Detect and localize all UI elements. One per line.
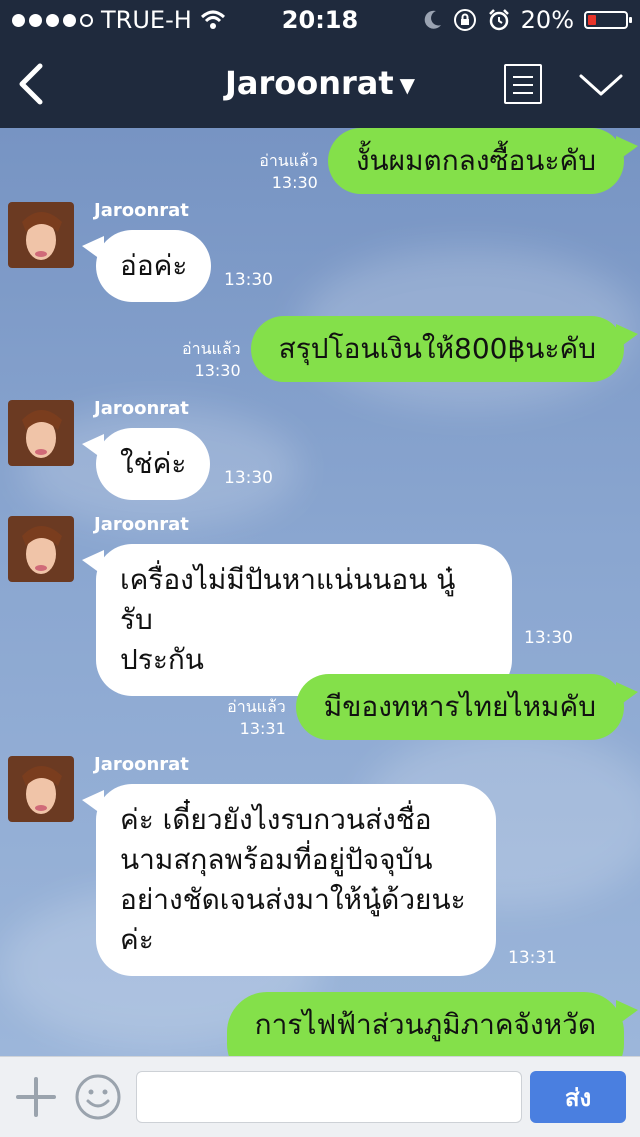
message-outgoing: อ่านแล้ว 13:30 สรุปโอนเงินให้800฿นะคับ xyxy=(182,316,639,382)
sender-name: Jaroonrat xyxy=(94,398,189,419)
battery-percent: 20% xyxy=(520,6,574,34)
battery-icon xyxy=(584,11,632,29)
message-bubble[interactable]: มีของทหารไทยไหมคับ xyxy=(295,674,639,740)
read-receipt: อ่านแล้ว xyxy=(182,339,241,358)
message-time: 13:30 xyxy=(271,173,318,192)
moon-icon xyxy=(424,10,441,29)
avatar[interactable] xyxy=(8,516,74,582)
message-line: นามสกุลพร้อมที่อยู่ปัจจุบัน xyxy=(120,843,433,876)
message-time: 13:30 xyxy=(194,361,241,380)
sender-name: Jaroonrat xyxy=(94,754,189,775)
status-right: 20% xyxy=(423,6,632,34)
read-receipt: อ่านแล้ว xyxy=(227,697,286,716)
message-outgoing: อ่านแล้ว 13:30 งั้นผมตกลงซื้อนะคับ xyxy=(259,128,639,194)
message-line: อย่างชัดเจนส่งมาให้นู๋ด้วยนะ xyxy=(120,883,466,916)
plus-icon[interactable] xyxy=(16,1077,56,1117)
message-meta: อ่านแล้ว 13:30 xyxy=(259,150,318,194)
message-time: 13:31 xyxy=(239,719,286,738)
avatar[interactable] xyxy=(8,756,74,822)
alarm-icon xyxy=(488,9,509,31)
message-time: 13:31 xyxy=(508,948,557,968)
avatar[interactable] xyxy=(8,202,74,268)
message-input-bar: ส่ง xyxy=(0,1056,640,1137)
message-bubble[interactable]: งั้นผมตกลงซื้อนะคับ xyxy=(327,128,639,194)
message-time: 13:30 xyxy=(224,270,273,290)
message-time: 13:30 xyxy=(224,468,273,488)
contact-name: Jaroonrat xyxy=(224,64,394,102)
message-meta: อ่านแล้ว 13:31 xyxy=(227,696,286,740)
menu-list-icon[interactable] xyxy=(504,64,542,104)
emoji-icon[interactable] xyxy=(74,1073,122,1121)
dropdown-caret-icon: ▼ xyxy=(399,73,416,97)
chat-area[interactable]: อ่านแล้ว 13:30 งั้นผมตกลงซื้อนะคับ Jaroo… xyxy=(0,128,640,1056)
message-line: ค่ะ เดี๋ยวยังไงรบกวนส่งชื่อ xyxy=(120,803,432,836)
collapse-chevron-icon[interactable] xyxy=(578,70,624,100)
message-bubble[interactable]: ใช่ค่ะ xyxy=(81,428,211,500)
chat-title[interactable]: Jaroonrat ▼ xyxy=(0,64,640,102)
message-bubble[interactable]: อ่อค่ะ xyxy=(81,230,212,302)
sender-name: Jaroonrat xyxy=(94,514,189,535)
message-outgoing: การไฟฟ้าส่วนภูมิภาคจังหวัด xyxy=(226,992,639,1056)
message-bubble[interactable]: ค่ะ เดี๋ยวยังไงรบกวนส่งชื่อ นามสกุลพร้อม… xyxy=(82,784,496,976)
message-bubble[interactable]: สรุปโอนเงินให้800฿นะคับ xyxy=(250,316,639,382)
message-line: ค่ะ xyxy=(120,923,154,956)
chat-header: Jaroonrat ▼ xyxy=(0,40,640,128)
sender-name: Jaroonrat xyxy=(94,200,189,221)
message-input[interactable] xyxy=(136,1071,522,1123)
rotation-lock-icon xyxy=(453,9,476,31)
avatar[interactable] xyxy=(8,400,74,466)
message-bubble[interactable]: การไฟฟ้าส่วนภูมิภาคจังหวัด xyxy=(226,992,639,1056)
message-meta: อ่านแล้ว 13:30 xyxy=(182,338,241,382)
message-line: เครื่องไม่มีปันหาแน่นนอน นู๋รับ xyxy=(120,563,456,636)
message-outgoing: อ่านแล้ว 13:31 มีของทหารไทยไหมคับ xyxy=(227,674,639,740)
status-bar: TRUE-H 20:18 20% xyxy=(0,0,640,40)
message-time: 13:30 xyxy=(524,628,573,648)
send-button[interactable]: ส่ง xyxy=(530,1071,626,1123)
read-receipt: อ่านแล้ว xyxy=(259,151,318,170)
